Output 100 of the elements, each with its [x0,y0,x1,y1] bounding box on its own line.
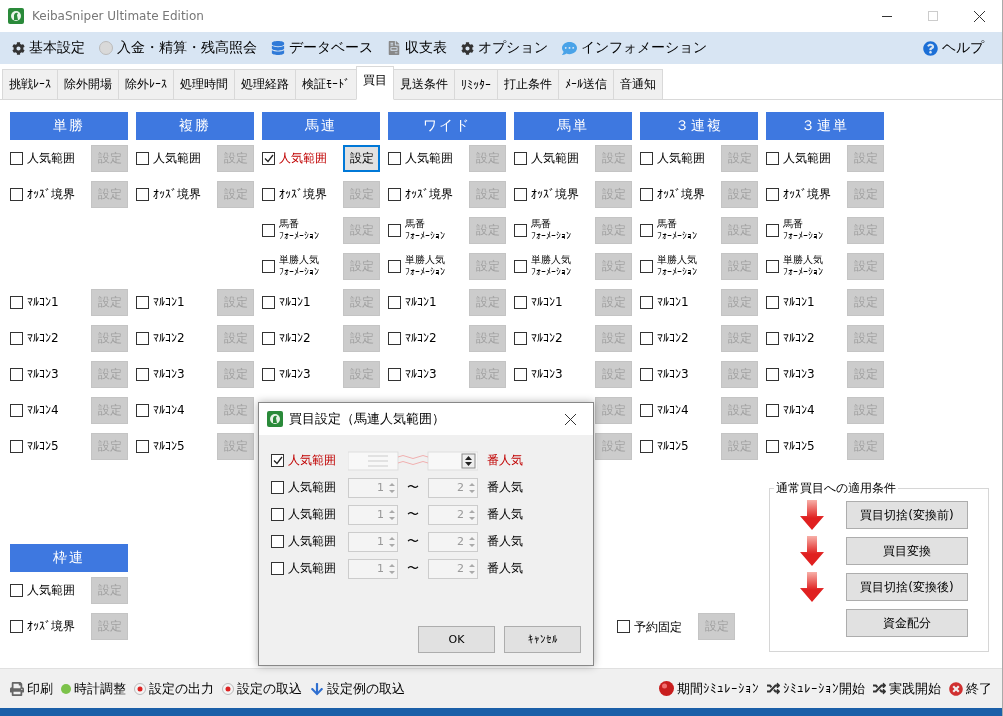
checkbox[interactable] [766,151,779,165]
checkbox[interactable] [136,439,149,453]
checkbox[interactable] [136,403,149,417]
checkbox[interactable] [640,223,653,237]
checkbox[interactable] [136,151,149,165]
checkbox[interactable] [10,367,23,381]
tab[interactable]: 処理経路 [234,69,296,99]
checkbox[interactable] [514,187,527,201]
settings-button[interactable]: 設定 [343,144,380,172]
menu-item[interactable]: インフォメーション [558,35,717,61]
tab[interactable]: 買目 [356,66,394,100]
checkbox[interactable] [766,439,779,453]
checkbox[interactable] [10,295,23,309]
checkbox[interactable] [514,295,527,309]
menu-item[interactable]: オプション [457,35,558,61]
number-spinner[interactable]: 1 [348,558,398,579]
tab[interactable]: 音通知 [613,69,663,99]
checkbox[interactable] [640,367,653,381]
checkbox[interactable] [10,583,23,597]
step-button[interactable]: 買目変換 [846,537,968,565]
checkbox[interactable] [766,367,779,381]
checkbox[interactable] [766,295,779,309]
checkbox[interactable] [388,151,401,165]
tab[interactable]: 検証ﾓｰﾄﾞ [295,69,357,99]
checkbox[interactable] [766,259,779,273]
menu-item[interactable]: 基本設定 [8,35,95,61]
checkbox[interactable] [640,403,653,417]
checkbox[interactable] [262,331,275,345]
checkbox[interactable] [10,187,23,201]
checkbox[interactable] [388,187,401,201]
checkbox[interactable] [388,295,401,309]
tab[interactable]: 除外ﾚｰｽ [118,69,174,99]
toolbar-item[interactable]: 設定の取込 [218,675,306,702]
number-spinner[interactable]: 1 [348,477,398,498]
tab[interactable]: 除外開場 [57,69,119,99]
checkbox[interactable] [136,331,149,345]
checkbox[interactable] [262,223,275,237]
help-menu-item[interactable]: ヘルプ [919,35,994,61]
toolbar-item[interactable]: 期間ｼﾐｭﾚｰｼｮﾝ [655,675,763,702]
checkbox[interactable] [262,259,275,273]
toolbar-item[interactable]: 実践開始 [869,675,945,702]
checkbox[interactable] [640,331,653,345]
menu-item[interactable]: データベース [267,35,383,61]
menu-item[interactable]: 入金・精算・残高照会 [95,35,267,61]
checkbox[interactable] [136,295,149,309]
number-spinner[interactable]: 1 [348,531,398,552]
checkbox[interactable] [10,439,23,453]
checkbox[interactable] [388,259,401,273]
tab[interactable]: ﾘﾐｯﾀｰ [454,69,498,99]
tab[interactable]: 見送条件 [393,69,455,99]
checkbox[interactable] [262,187,275,201]
checkbox[interactable] [262,367,275,381]
checkbox[interactable] [388,331,401,345]
checkbox[interactable] [271,535,284,548]
checkbox[interactable] [136,367,149,381]
checkbox[interactable] [271,481,284,494]
dialog-button[interactable]: ｷｬﾝｾﾙ [504,626,581,653]
step-button[interactable]: 資金配分 [846,609,968,637]
checkbox[interactable] [262,295,275,309]
dialog-button[interactable]: OK [418,626,495,653]
toolbar-item[interactable]: 印刷 [6,675,57,702]
number-spinner[interactable]: 2 [428,531,478,552]
toolbar-item[interactable]: 設定の出力 [130,675,218,702]
step-button[interactable]: 買目切捨(変換前) [846,501,968,529]
toolbar-item[interactable]: 時計調整 [57,675,130,702]
tab[interactable]: 打止条件 [497,69,559,99]
checkbox[interactable] [640,439,653,453]
checkbox[interactable] [514,331,527,345]
checkbox[interactable] [10,403,23,417]
checkbox[interactable] [136,187,149,201]
toolbar-item[interactable]: 設定例の取込 [306,675,409,702]
checkbox[interactable] [640,295,653,309]
checkbox[interactable] [514,259,527,273]
checkbox[interactable] [766,223,779,237]
checkbox[interactable] [514,367,527,381]
checkbox[interactable] [388,367,401,381]
number-spinner[interactable]: 1 [348,504,398,525]
toolbar-item[interactable]: 終了 [945,675,996,702]
checkbox[interactable] [271,454,284,467]
checkbox[interactable] [617,620,630,633]
tab[interactable]: ﾒｰﾙ送信 [558,69,614,99]
checkbox[interactable] [766,331,779,345]
checkbox[interactable] [10,331,23,345]
checkbox[interactable] [640,151,653,165]
checkbox[interactable] [766,403,779,417]
number-spinner[interactable]: 2 [428,504,478,525]
checkbox[interactable] [10,619,23,633]
menu-item[interactable]: 収支表 [383,35,457,61]
checkbox[interactable] [271,508,284,521]
number-spinner[interactable]: 2 [428,558,478,579]
checkbox[interactable] [514,223,527,237]
number-spinner[interactable]: 2 [428,477,478,498]
checkbox[interactable] [271,562,284,575]
toolbar-item[interactable]: ｼﾐｭﾚｰｼｮﾝ開始 [763,675,869,702]
checkbox[interactable] [262,151,275,165]
checkbox[interactable] [640,187,653,201]
tab[interactable]: 挑戦ﾚｰｽ [2,69,58,99]
checkbox[interactable] [514,151,527,165]
checkbox[interactable] [766,187,779,201]
step-button[interactable]: 買目切捨(変換後) [846,573,968,601]
